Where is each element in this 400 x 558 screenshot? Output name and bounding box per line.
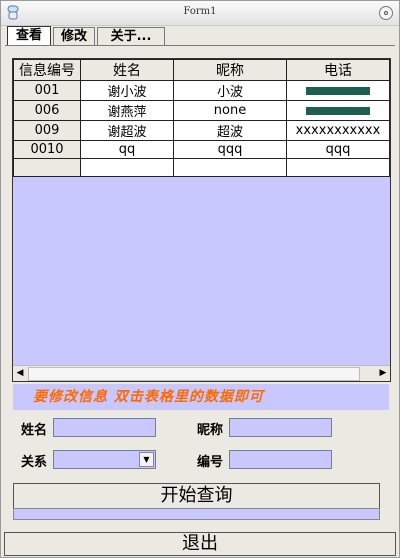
column-header-name[interactable]: 姓名 <box>80 59 174 81</box>
column-header-nick[interactable]: 昵称 <box>173 59 287 81</box>
cell-name[interactable]: qq <box>80 140 174 159</box>
tab-edit[interactable]: 修改 <box>53 27 95 45</box>
cell-phone[interactable] <box>286 158 390 177</box>
table-row[interactable]: 009 谢超波 超波 xxxxxxxxxxx <box>13 120 390 141</box>
cell-phone[interactable]: qqq <box>286 140 390 159</box>
scroll-right-icon[interactable]: ▶ <box>376 366 390 381</box>
relation-label: 关系 <box>21 455 48 470</box>
scroll-thumb[interactable] <box>28 367 360 381</box>
number-input[interactable] <box>229 450 332 469</box>
cell-phone[interactable] <box>286 100 390 121</box>
table-row[interactable]: 001 谢小波 小波 <box>13 80 390 101</box>
tab-view[interactable]: 查看 <box>7 26 51 46</box>
cell-nick[interactable] <box>173 158 287 177</box>
cell-id[interactable] <box>13 158 81 177</box>
name-input[interactable] <box>53 418 156 437</box>
cell-name[interactable] <box>80 158 174 177</box>
cell-id[interactable]: 006 <box>13 100 81 121</box>
table-row[interactable]: 0010 qq qqq qqq <box>13 140 390 159</box>
cell-nick[interactable]: qqq <box>173 140 287 159</box>
chevron-down-icon[interactable]: ▼ <box>139 452 154 467</box>
name-label: 姓名 <box>21 423 48 438</box>
column-header-id[interactable]: 信息编号 <box>13 59 81 81</box>
number-label: 编号 <box>197 455 224 470</box>
cell-nick[interactable]: none <box>173 100 287 121</box>
table-row[interactable]: 006 谢燕萍 none <box>13 100 390 121</box>
data-grid[interactable]: 信息编号 姓名 昵称 电话 001 谢小波 小波 006 谢燕萍 none 00… <box>12 58 391 382</box>
cell-phone[interactable] <box>286 80 390 101</box>
tab-panel-border <box>5 45 395 46</box>
table-header-row: 信息编号 姓名 昵称 电话 <box>13 59 390 81</box>
table-row-new[interactable] <box>13 158 390 177</box>
edit-hint: 要修改信息 双击表格里的数据即可 <box>13 384 389 410</box>
query-status-strip <box>13 508 380 520</box>
scroll-left-icon[interactable]: ◀ <box>13 366 27 381</box>
window-title: Form1 <box>183 6 217 17</box>
main-window: Form1 查看 修改 关于... 信息编号 姓名 昵称 电话 001 谢小波 … <box>0 0 400 558</box>
relation-select[interactable]: ▼ <box>53 450 156 469</box>
cell-id[interactable]: 0010 <box>13 140 81 159</box>
redaction-mark <box>306 86 370 95</box>
cell-nick[interactable]: 超波 <box>173 120 287 141</box>
nick-input[interactable] <box>229 418 332 437</box>
tab-about[interactable]: 关于... <box>97 27 165 45</box>
cell-nick[interactable]: 小波 <box>173 80 287 101</box>
close-icon[interactable] <box>379 6 393 20</box>
cell-id[interactable]: 001 <box>13 80 81 101</box>
cell-name[interactable]: 谢超波 <box>80 120 174 141</box>
query-button[interactable]: 开始查询 <box>13 483 380 509</box>
exit-button[interactable]: 退出 <box>4 532 396 556</box>
redaction-mark <box>306 106 370 115</box>
cell-name[interactable]: 谢燕萍 <box>80 100 174 121</box>
info-table[interactable]: 信息编号 姓名 昵称 电话 001 谢小波 小波 006 谢燕萍 none 00… <box>13 59 390 177</box>
cell-id[interactable]: 009 <box>13 120 81 141</box>
title-bar[interactable]: Form1 <box>1 1 399 26</box>
column-header-phone[interactable]: 电话 <box>286 59 390 81</box>
nick-label: 昵称 <box>197 423 224 438</box>
cell-phone[interactable]: xxxxxxxxxxx <box>286 120 390 141</box>
cell-name[interactable]: 谢小波 <box>80 80 174 101</box>
horizontal-scrollbar[interactable]: ◀ ▶ <box>13 365 390 381</box>
